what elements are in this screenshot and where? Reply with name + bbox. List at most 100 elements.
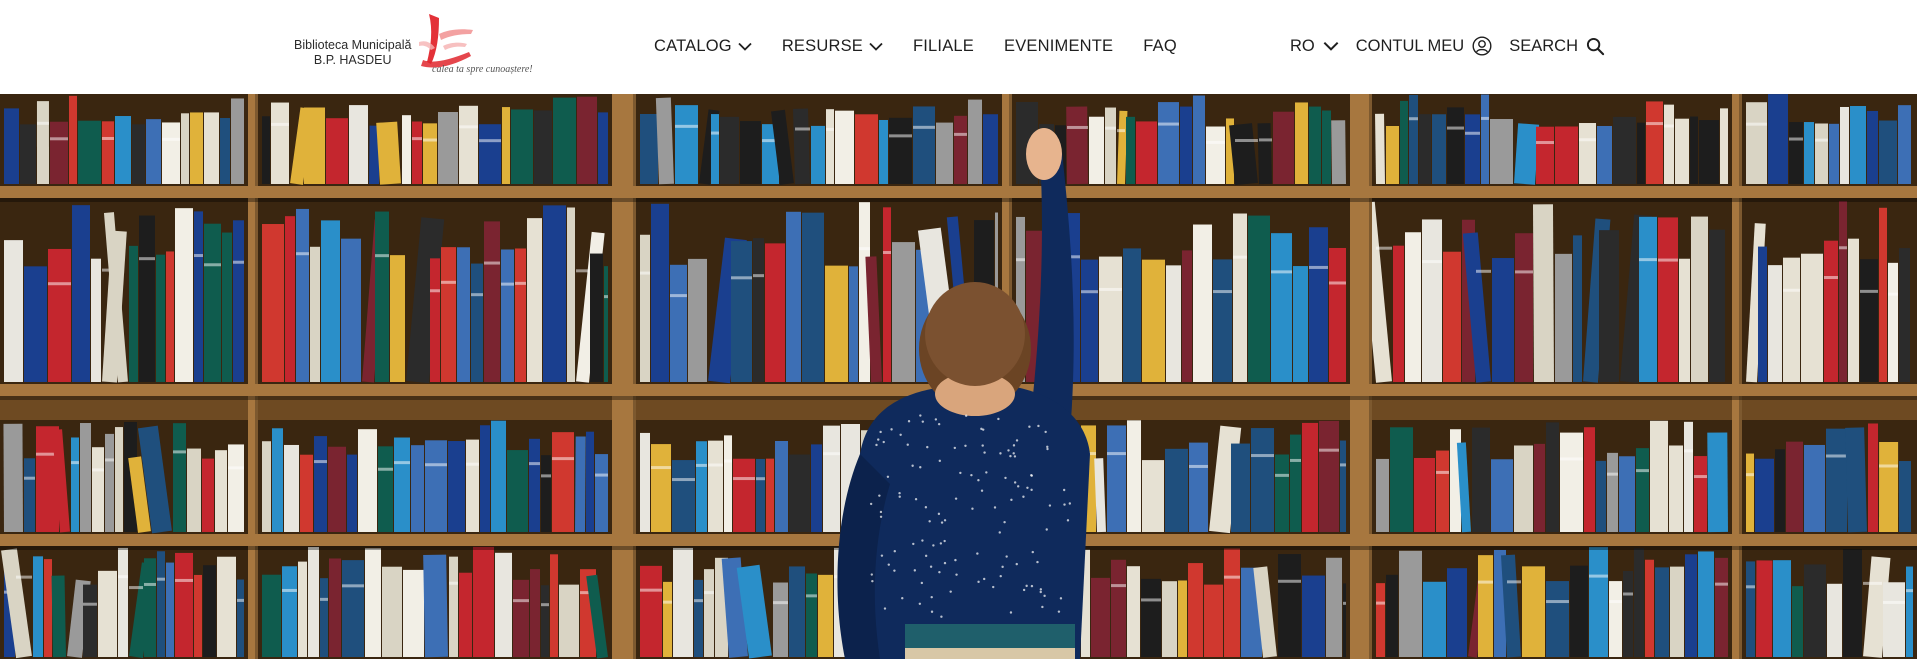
book-spine xyxy=(731,241,752,382)
book-spine xyxy=(173,423,186,532)
book-spine xyxy=(696,441,707,532)
book-stripe xyxy=(378,467,393,471)
shirt-dot xyxy=(940,521,944,524)
book-stripe xyxy=(92,468,104,472)
shelf-post xyxy=(1350,94,1372,659)
shirt-dot xyxy=(1030,488,1033,492)
book-stripe xyxy=(1507,580,1521,584)
book-spine xyxy=(1447,568,1467,657)
book-stripe xyxy=(1319,448,1339,452)
book-spine xyxy=(806,573,817,657)
book-spine xyxy=(1105,107,1116,184)
book-stripe xyxy=(859,247,870,251)
book-stripe xyxy=(1560,457,1583,461)
book-stripe xyxy=(733,477,755,481)
book-spine xyxy=(586,431,594,532)
book-stripe xyxy=(484,261,500,265)
book-stripe xyxy=(1639,258,1657,262)
book-spine xyxy=(378,446,393,532)
book-spine xyxy=(1386,574,1398,657)
book-stripe xyxy=(1376,246,1392,250)
book-spine xyxy=(1720,108,1728,184)
book-spine xyxy=(1326,557,1342,657)
book-spine xyxy=(1555,126,1578,184)
book-spine xyxy=(811,444,822,532)
hero-banner xyxy=(0,94,1917,659)
book-spine xyxy=(1165,448,1188,532)
book-stripe xyxy=(1329,281,1346,285)
book-stripe xyxy=(423,138,437,142)
library-logo[interactable]: Biblioteca Municipală B.P. HASDEU calea … xyxy=(294,12,546,80)
book-spine xyxy=(473,546,494,657)
book-stripe xyxy=(1609,600,1622,604)
search-button[interactable]: SEARCH xyxy=(1509,37,1605,56)
nav-item-label: CATALOG xyxy=(654,36,732,55)
book-spine xyxy=(1514,123,1540,185)
book-stripe xyxy=(640,588,662,592)
shirt-dot xyxy=(954,558,957,562)
shirt-dot xyxy=(1022,588,1026,592)
shirt-dot xyxy=(1013,481,1017,484)
nav-item-filiale[interactable]: FILIALE xyxy=(913,37,974,56)
book-spine xyxy=(1414,457,1435,532)
book-stripe xyxy=(394,461,410,465)
book-spine xyxy=(1295,102,1308,184)
book-stripe xyxy=(1746,585,1755,589)
book-spine xyxy=(194,211,203,382)
nav-item-faq[interactable]: FAQ xyxy=(1143,37,1177,56)
book-stripe xyxy=(1684,449,1693,453)
shirt-dot xyxy=(887,563,890,566)
book-spine xyxy=(328,446,346,532)
book-stripe xyxy=(48,282,71,286)
book-spine xyxy=(115,427,123,532)
book-spine xyxy=(423,554,448,658)
book-stripe xyxy=(282,588,297,592)
book-spine xyxy=(1251,428,1274,532)
book-stripe xyxy=(430,289,440,293)
book-stripe xyxy=(795,127,810,131)
book-spine xyxy=(358,429,377,532)
shirt-dot xyxy=(959,471,962,475)
book-spine xyxy=(1613,116,1636,184)
shelf-post-shadow xyxy=(1369,94,1372,659)
book-spine xyxy=(78,120,101,184)
shirt-dot xyxy=(932,544,935,547)
book-spine xyxy=(1302,575,1325,657)
shirt-dot xyxy=(1062,488,1066,492)
shirt-dot xyxy=(1025,584,1028,588)
book-stripe xyxy=(756,477,765,481)
nav-item-catalog[interactable]: CATALOG xyxy=(654,37,752,56)
book-spine xyxy=(1636,448,1649,532)
book-stripe xyxy=(501,282,514,286)
book-spine xyxy=(1206,126,1225,184)
shelf-post xyxy=(612,94,636,659)
book-stripe xyxy=(1783,288,1800,292)
book-spine xyxy=(1066,106,1088,185)
book-stripe xyxy=(1251,454,1274,458)
account-link[interactable]: CONTUL MEU xyxy=(1356,36,1492,56)
book-spine xyxy=(341,238,361,382)
book-spine xyxy=(1319,420,1339,532)
book-stripe xyxy=(1715,582,1728,586)
book-stripe xyxy=(173,450,186,454)
book-spine xyxy=(1536,126,1554,184)
language-selector[interactable]: RO xyxy=(1290,37,1339,56)
book-spine xyxy=(823,425,840,532)
book-stripe xyxy=(1111,584,1126,588)
book-spine xyxy=(480,425,490,532)
book-stripe xyxy=(1107,452,1126,456)
book-stripe xyxy=(694,599,703,603)
shirt-dot xyxy=(971,507,974,510)
shirt-dot xyxy=(1039,588,1043,591)
book-stripe xyxy=(1067,125,1088,129)
book-spine xyxy=(1399,550,1422,657)
shirt-dot xyxy=(1046,445,1049,449)
nav-item-resurse[interactable]: RESURSE xyxy=(782,37,883,56)
book-spine xyxy=(438,112,458,184)
book-stripe xyxy=(412,137,422,141)
nav-item-evenimente[interactable]: EVENIMENTE xyxy=(1004,37,1113,56)
shirt-dot xyxy=(930,610,934,613)
book-spine xyxy=(342,560,364,657)
book-spine xyxy=(1302,422,1318,532)
shirt-dot xyxy=(953,446,957,450)
